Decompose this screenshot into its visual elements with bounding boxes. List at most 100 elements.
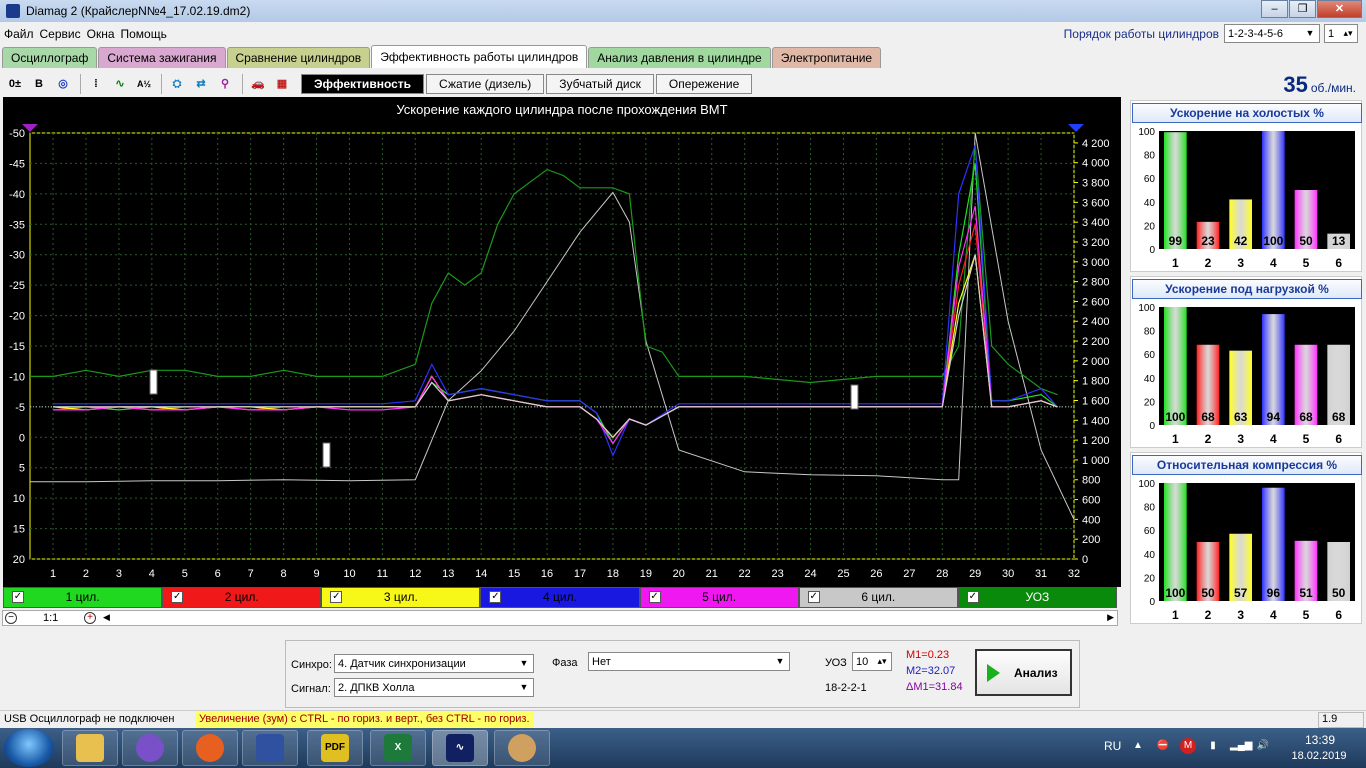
checkbox-icon[interactable]: ✓	[966, 591, 979, 603]
legend-label: 5 цил.	[702, 590, 737, 604]
tab-5[interactable]: Электропитание	[771, 47, 882, 68]
bar-x-label: 4	[1270, 256, 1277, 270]
cylinder-count-icon[interactable]: ▦	[271, 74, 293, 94]
legend-item-4[interactable]: ✓ 5 цил.	[639, 587, 799, 608]
bar-value-label: 57	[1234, 586, 1248, 600]
zoom-in-button[interactable]: +	[84, 612, 96, 624]
subtab-0[interactable]: Эффективность	[301, 73, 425, 94]
bar-x-label: 5	[1303, 256, 1310, 270]
checkbox-icon[interactable]: ✓	[12, 591, 24, 603]
tab-2[interactable]: Сравнение цилиндров	[226, 47, 371, 68]
menu-windows[interactable]: Окна	[87, 27, 115, 41]
scroll-right-icon[interactable]: ▶	[1107, 612, 1114, 623]
subtab-3[interactable]: Опережение	[655, 73, 753, 94]
bold-icon[interactable]: B	[28, 74, 50, 94]
window-title: Diamag 2 (КрайслерN№4_17.02.19.dm2)	[26, 4, 251, 18]
minimize-button[interactable]: –	[1261, 0, 1288, 18]
cursor-handle[interactable]	[322, 442, 331, 468]
right-tick-label: 600	[1082, 495, 1100, 507]
signal-icon[interactable]: ▂▄▆	[1230, 738, 1252, 754]
network-icon[interactable]: ⛭	[166, 74, 188, 94]
checkbox-icon[interactable]: ✓	[648, 591, 661, 603]
antivirus-icon[interactable]: M	[1180, 738, 1196, 754]
legend-label: 2 цил.	[224, 590, 259, 604]
menu-file[interactable]: Файл	[4, 27, 34, 41]
chart-canvas[interactable]: -50-45-40-35-30-25-20-15-10-5051015204 2…	[3, 97, 1121, 587]
bar-value-label: 68	[1201, 410, 1215, 424]
checkbox-icon[interactable]: ✓	[171, 591, 184, 603]
algorithm-icon[interactable]: A½	[133, 74, 155, 94]
x-tick-label: 17	[574, 568, 586, 580]
tab-3[interactable]: Эффективность работы цилиндров	[371, 45, 588, 68]
legend-item-0[interactable]: ✓ 1 цил.	[3, 587, 163, 608]
taskbar-explorer[interactable]	[62, 730, 118, 766]
legend-item-2[interactable]: ✓ 3 цил.	[321, 587, 481, 608]
maximize-button[interactable]: ❐	[1289, 0, 1316, 18]
menu-service[interactable]: Сервис	[40, 27, 81, 41]
taskbar-excel[interactable]: X	[370, 730, 426, 766]
tab-0[interactable]: Осциллограф	[2, 47, 98, 68]
uoz-spin[interactable]: 10 ▴▾	[852, 652, 892, 671]
bar-cylinder-1	[1164, 483, 1187, 601]
battery-icon[interactable]: ▮	[1205, 738, 1221, 754]
scroll-left-icon[interactable]: ◀	[103, 612, 110, 623]
firing-order-value: 1-2-3-4-5-6	[1228, 27, 1284, 40]
toolbar: 0± B ◎ ⁞ ∿ A½ ⛭ ⇄ ⚲ 🚗 ▦ Эффективность Сжа…	[0, 70, 1366, 97]
signal-select[interactable]: 2. ДПКВ Холла ▼	[334, 678, 534, 697]
up-arrow-icon[interactable]: ▲	[1130, 738, 1146, 754]
firing-order-select[interactable]: 1-2-3-4-5-6 ▼	[1224, 24, 1320, 43]
taskbar-pdf[interactable]: PDF	[307, 730, 363, 766]
start-button[interactable]	[4, 729, 54, 767]
chevron-down-icon: ▼	[519, 658, 529, 668]
curve-icon[interactable]: ∿	[109, 74, 131, 94]
close-button[interactable]: ✕	[1317, 0, 1362, 18]
taskbar-firefox[interactable]	[182, 730, 238, 766]
x-tick-label: 21	[706, 568, 718, 580]
analyze-button[interactable]: Анализ	[975, 649, 1072, 696]
taskbar-viber[interactable]	[122, 730, 178, 766]
zoom-out-button[interactable]: −	[5, 612, 17, 624]
subtab-1[interactable]: Сжатие (дизель)	[426, 73, 545, 94]
chevron-down-icon: ▼	[519, 682, 529, 692]
taskbar-paint[interactable]	[494, 730, 550, 766]
checkbox-icon[interactable]: ✓	[489, 591, 502, 603]
bar-plot-area	[1159, 483, 1355, 601]
cylinder-spin[interactable]: 1 ▴▾	[1324, 24, 1358, 43]
left-tick-label: -30	[9, 250, 25, 262]
taskbar-diamag[interactable]: ∿	[432, 730, 488, 766]
right-marker-icon[interactable]	[1068, 124, 1084, 132]
legend-item-1[interactable]: ✓ 2 цил.	[162, 587, 322, 608]
main-chart[interactable]: -50 -45 -40 -35 -30 -25 -20 -15 -10 -5 0 5 10 15 20 4 2…	[3, 97, 1121, 587]
toolbar-separator	[161, 73, 162, 94]
subtab-2[interactable]: Зубчатый диск	[546, 73, 654, 94]
legend-label: 1 цил.	[65, 590, 100, 604]
bar-x-label: 6	[1335, 608, 1342, 622]
phase-select[interactable]: Нет ▼	[588, 652, 790, 671]
cursor-handle[interactable]	[149, 369, 158, 395]
legend-item-3[interactable]: ✓ 4 цил.	[480, 587, 640, 608]
tab-1[interactable]: Система зажигания	[98, 47, 226, 68]
numbers-icon[interactable]: ⁞	[85, 74, 107, 94]
bar-axis-label: 20	[1144, 397, 1156, 408]
legend-item-6[interactable]: ✓ УОЗ	[957, 587, 1117, 608]
order-icon[interactable]: ⇄	[190, 74, 212, 94]
main-tabs: Осциллограф Система зажигания Сравнение ци…	[2, 45, 882, 69]
taskbar-save[interactable]	[242, 730, 298, 766]
rpm-icon[interactable]: ◎	[52, 74, 74, 94]
checkbox-icon[interactable]: ✓	[807, 591, 820, 603]
left-tick-label: -35	[9, 219, 25, 231]
filter-icon[interactable]: ⚲	[214, 74, 236, 94]
language-indicator[interactable]: RU	[1104, 739, 1121, 753]
car-icon[interactable]: 🚗	[247, 74, 269, 94]
tab-4[interactable]: Анализ давления в цилиндре	[588, 47, 771, 68]
cursor-handle[interactable]	[850, 384, 859, 410]
menu-help[interactable]: Помощь	[121, 27, 167, 41]
network-off-icon[interactable]: ⛔	[1155, 738, 1171, 754]
volume-icon[interactable]: 🔊	[1255, 738, 1271, 754]
sync-select[interactable]: 4. Датчик синхронизации ▼	[334, 654, 534, 673]
checkbox-icon[interactable]: ✓	[330, 591, 343, 603]
bar-panel-0: Ускорение на холостых % 100 80 60 40 20 0 99 1 23…	[1130, 100, 1362, 272]
scale-icon[interactable]: 0±	[4, 74, 26, 94]
legend-item-5[interactable]: ✓ 6 цил.	[798, 587, 958, 608]
right-tick-label: 1 000	[1082, 455, 1110, 467]
